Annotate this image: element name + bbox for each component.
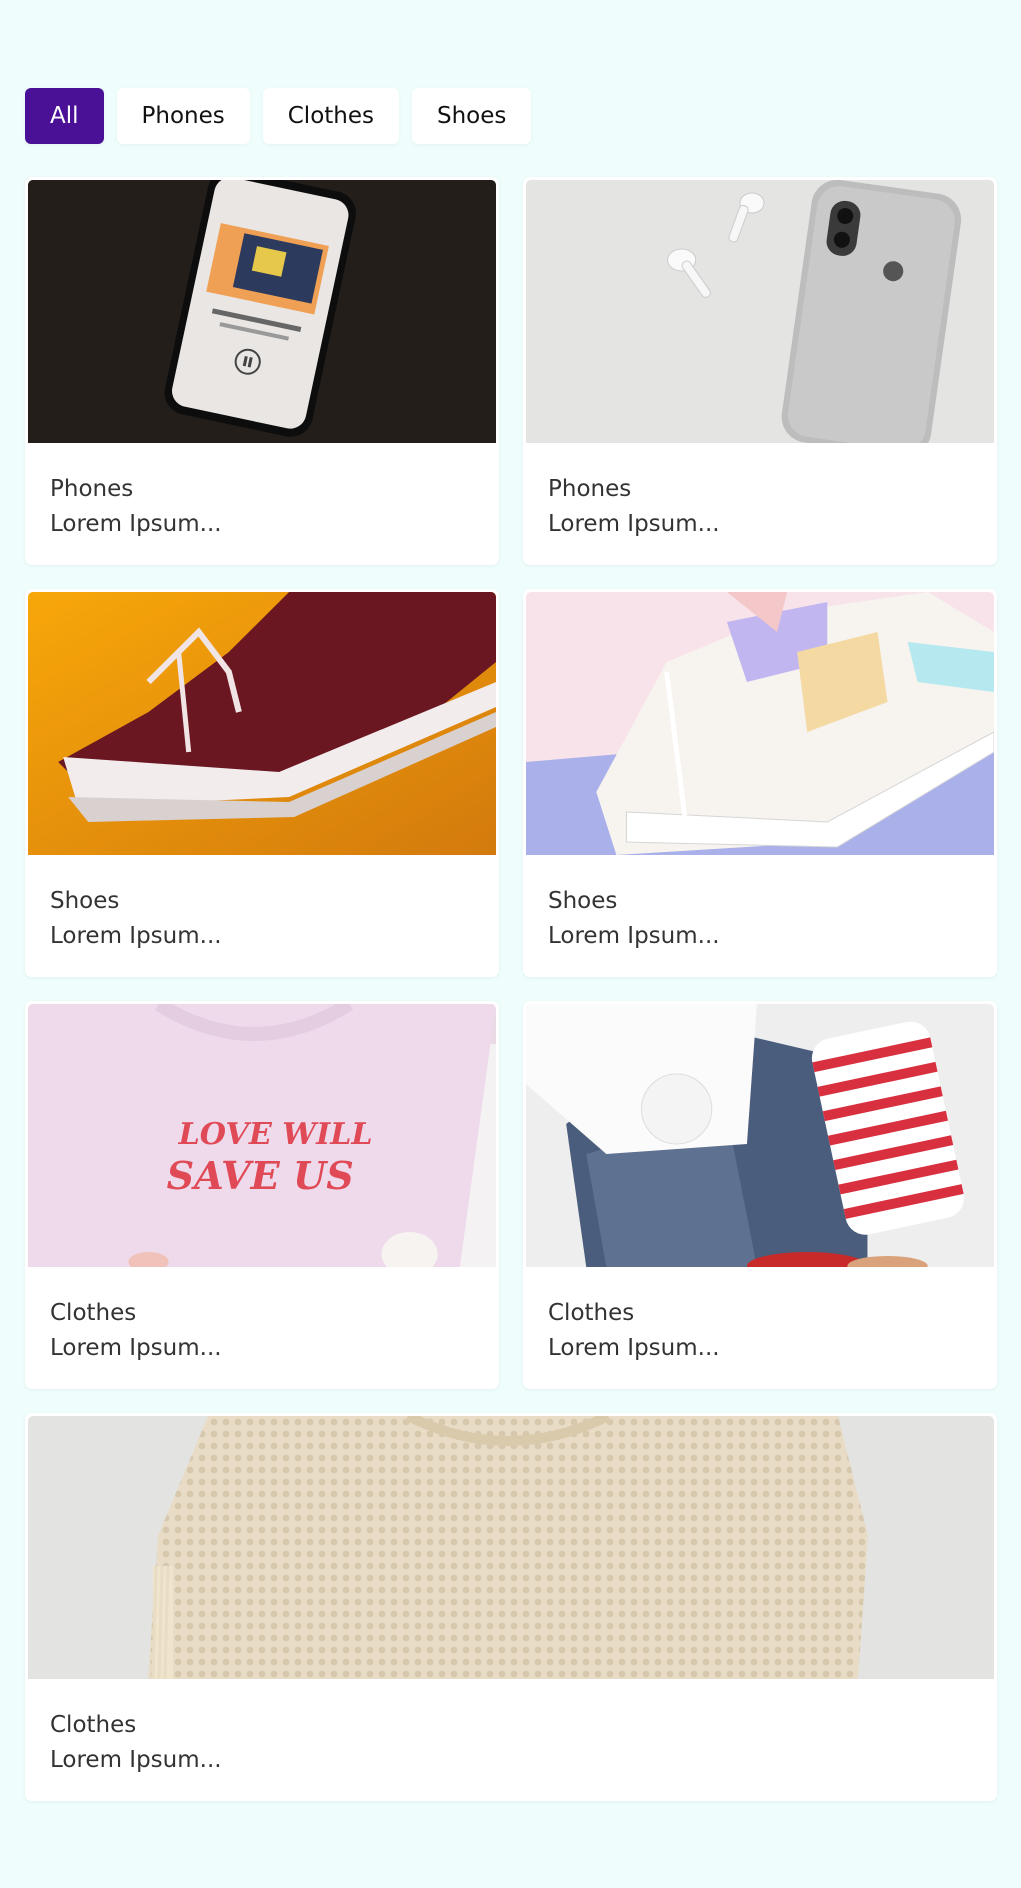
filter-shoes-button[interactable]: Shoes — [412, 88, 532, 144]
card-category: Clothes — [50, 1712, 137, 1738]
card-description: Lorem Ipsum... — [50, 511, 222, 537]
product-grid: Phones Lorem Ipsum... Phones Lorem Ipsum… — [25, 177, 997, 1801]
card-description: Lorem Ipsum... — [548, 511, 720, 537]
product-card[interactable]: Phones Lorem Ipsum... — [25, 177, 499, 565]
iphone-airpods-image — [526, 180, 994, 443]
card-category: Phones — [50, 476, 134, 502]
product-card[interactable]: Clothes Lorem Ipsum... — [523, 1001, 997, 1389]
card-description: Lorem Ipsum... — [50, 1335, 222, 1361]
tshirt-print-line1: LOVE WILL — [178, 1117, 373, 1152]
card-description: Lorem Ipsum... — [548, 923, 720, 949]
product-card[interactable]: Phones Lorem Ipsum... — [523, 177, 997, 565]
card-category: Phones — [548, 476, 632, 502]
product-card[interactable]: Clothes Lorem Ipsum... — [25, 1413, 997, 1801]
burgundy-sneaker-image — [28, 592, 496, 855]
card-category: Shoes — [50, 888, 120, 914]
product-card[interactable]: Shoes Lorem Ipsum... — [25, 589, 499, 977]
denim-striped-clothes-image — [526, 1004, 994, 1267]
filter-all-button[interactable]: All — [25, 88, 104, 144]
phone-music-app-image — [28, 180, 496, 443]
card-category: Clothes — [50, 1300, 137, 1326]
card-description: Lorem Ipsum... — [548, 1335, 720, 1361]
pastel-sneaker-image — [526, 592, 994, 855]
filter-phones-button[interactable]: Phones — [116, 88, 250, 144]
product-card[interactable]: Shoes Lorem Ipsum... — [523, 589, 997, 977]
knit-sweater-image — [28, 1416, 994, 1679]
filter-clothes-button[interactable]: Clothes — [262, 88, 399, 144]
card-category: Shoes — [548, 888, 618, 914]
category-filter-bar: All Phones Clothes Shoes — [25, 88, 532, 144]
tshirt-print-line2: SAVE US — [167, 1153, 354, 1198]
card-description: Lorem Ipsum... — [50, 923, 222, 949]
product-card[interactable]: LOVE WILL SAVE US Clothes Lorem Ipsum... — [25, 1001, 499, 1389]
pink-tshirt-image: LOVE WILL SAVE US — [28, 1004, 496, 1267]
card-category: Clothes — [548, 1300, 635, 1326]
card-description: Lorem Ipsum... — [50, 1747, 222, 1773]
